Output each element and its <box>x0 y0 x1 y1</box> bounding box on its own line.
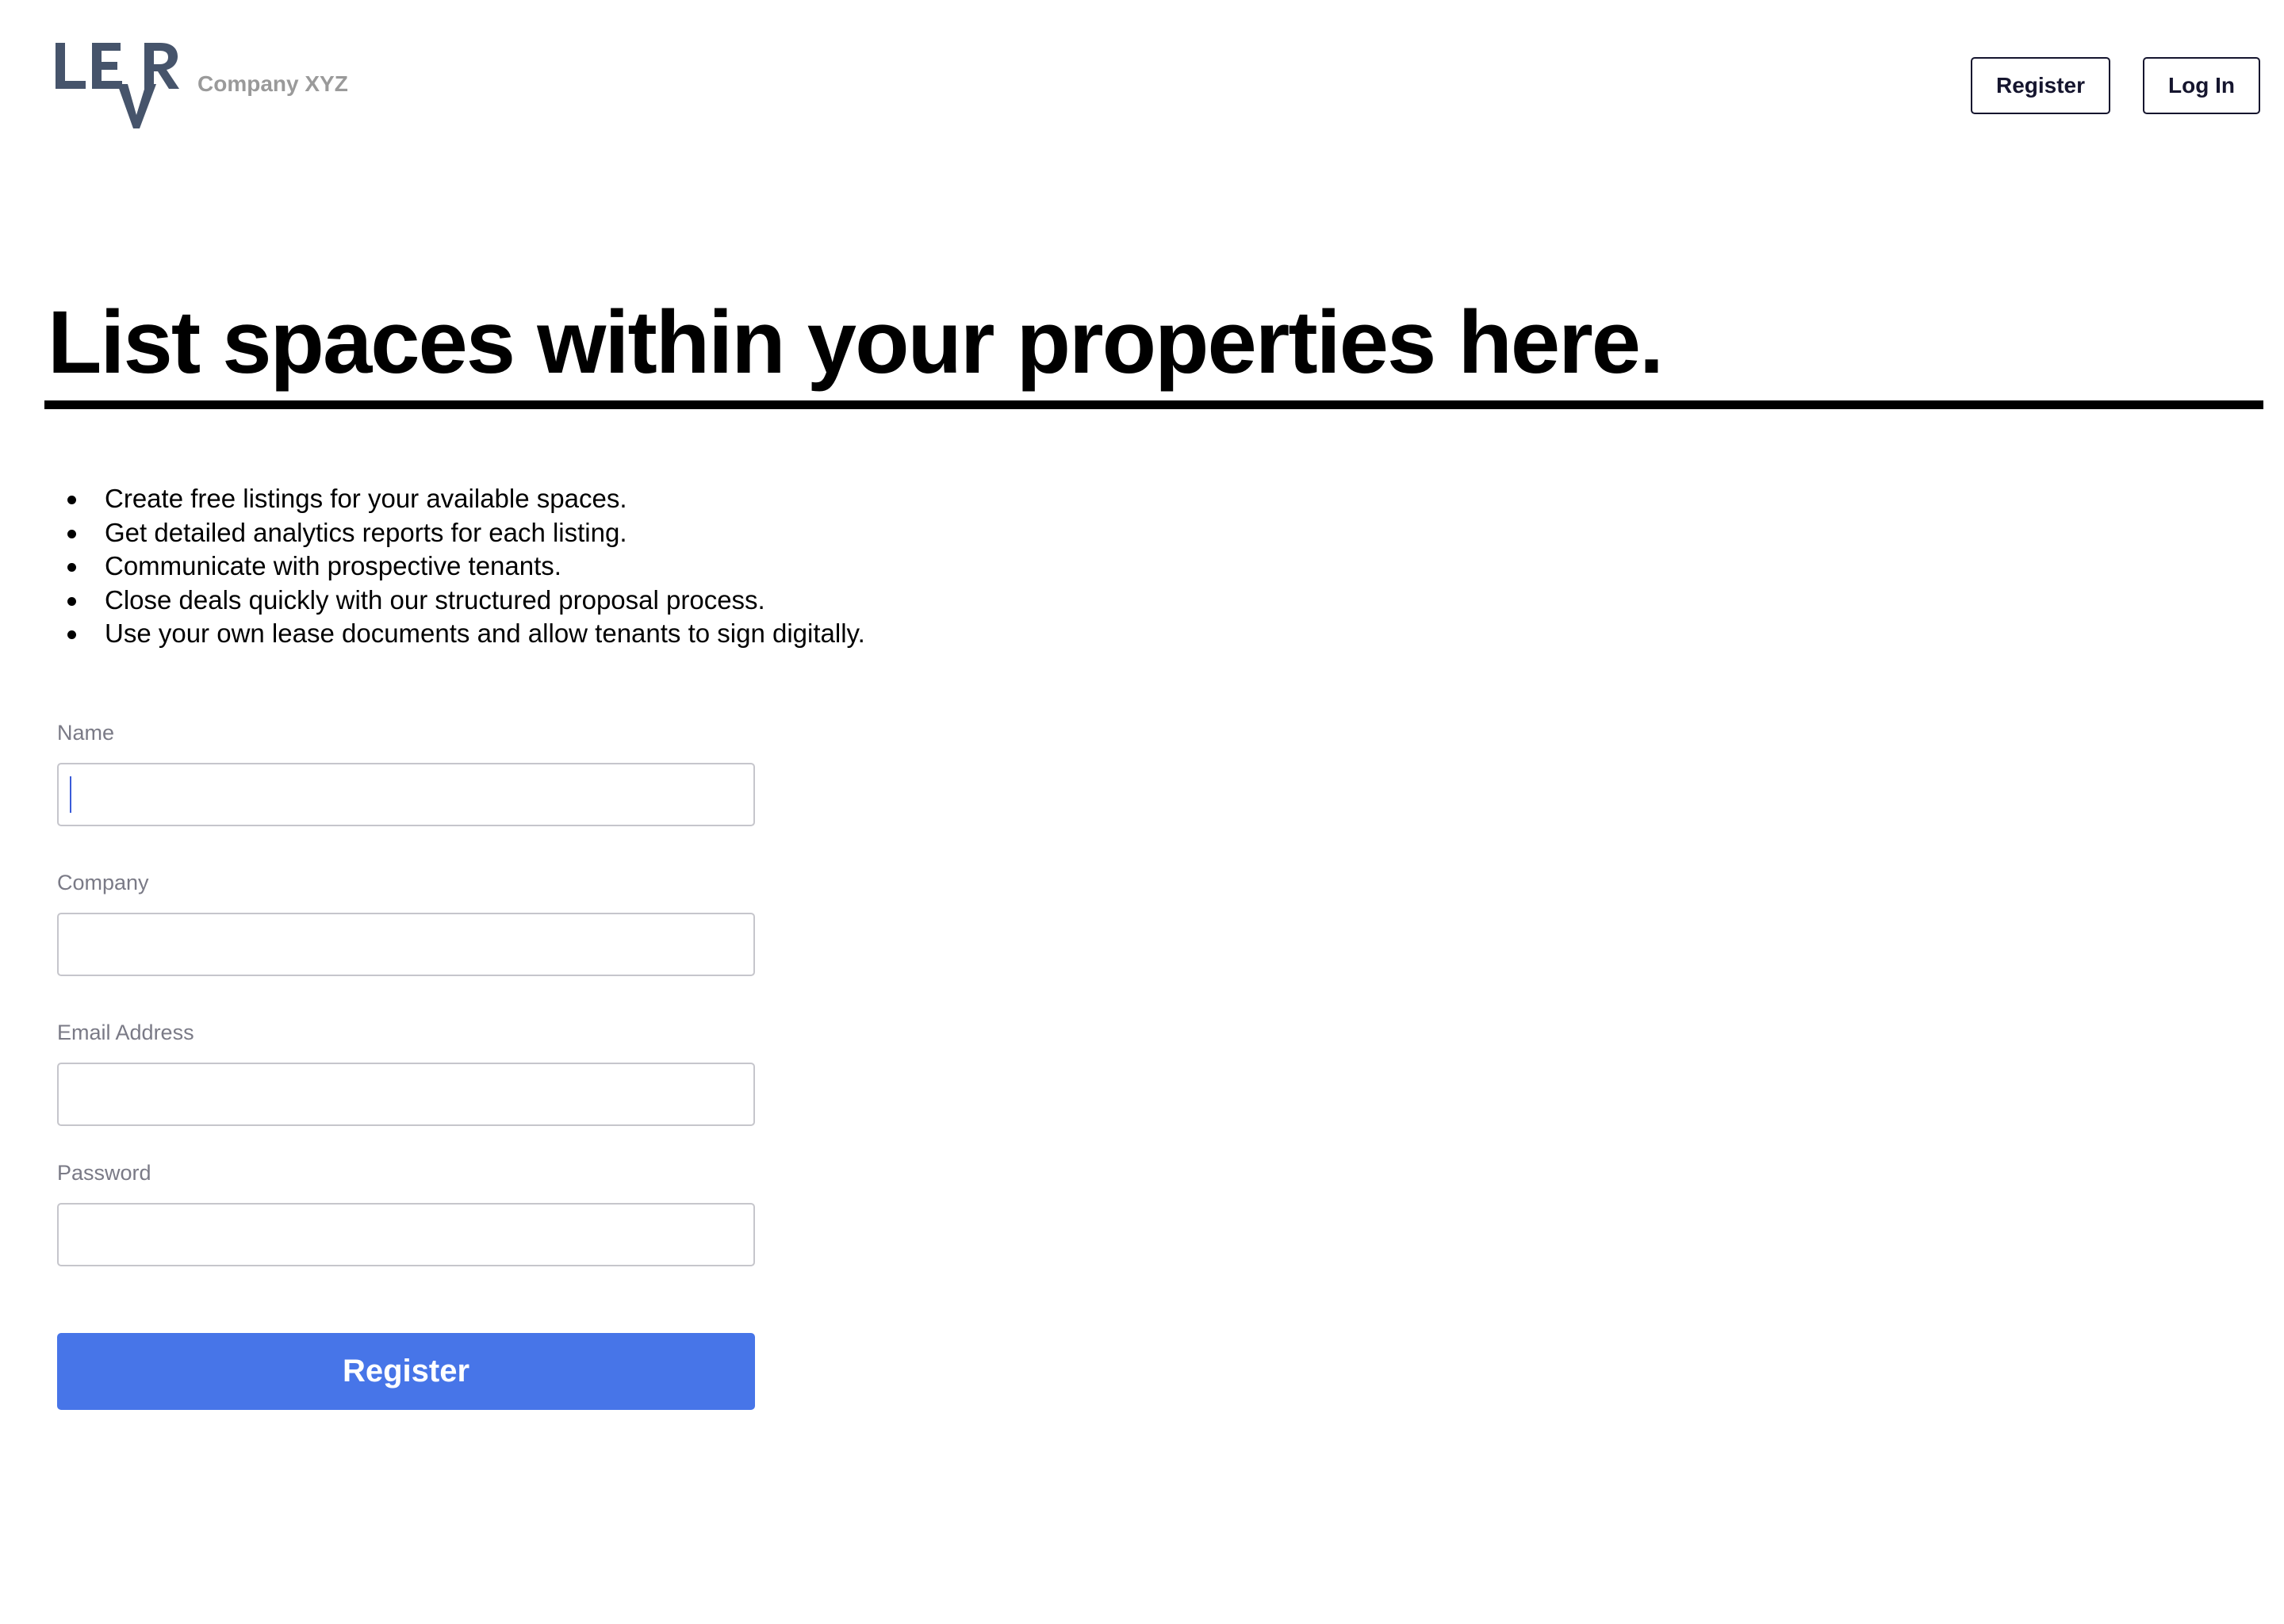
title-divider <box>44 400 2263 409</box>
levr-logo-mark <box>56 43 179 128</box>
company-name: Company XYZ <box>197 71 348 96</box>
password-label: Password <box>57 1161 151 1185</box>
text-caret <box>70 776 71 813</box>
feature-item: Close deals quickly with our structured … <box>67 584 865 618</box>
levr-logo[interactable] <box>54 40 181 130</box>
company-label: Company <box>57 871 149 894</box>
feature-item: Use your own lease documents and allow t… <box>67 617 865 651</box>
page: Company XYZ Register Log In List spaces … <box>0 0 2284 1624</box>
page-title: List spaces within your properties here. <box>48 293 1664 392</box>
company-input[interactable] <box>57 913 755 976</box>
register-submit-button[interactable]: Register <box>57 1333 755 1410</box>
features-list: Create free listings for your available … <box>67 482 865 651</box>
header-register-button[interactable]: Register <box>1971 57 2110 114</box>
header-login-button[interactable]: Log In <box>2143 57 2260 114</box>
feature-item: Communicate with prospective tenants. <box>67 550 865 584</box>
name-input[interactable] <box>57 763 755 826</box>
feature-item: Create free listings for your available … <box>67 482 865 516</box>
feature-item: Get detailed analytics reports for each … <box>67 516 865 550</box>
password-input[interactable] <box>57 1203 755 1266</box>
email-input[interactable] <box>57 1063 755 1126</box>
name-label: Name <box>57 721 115 745</box>
email-label: Email Address <box>57 1021 194 1044</box>
